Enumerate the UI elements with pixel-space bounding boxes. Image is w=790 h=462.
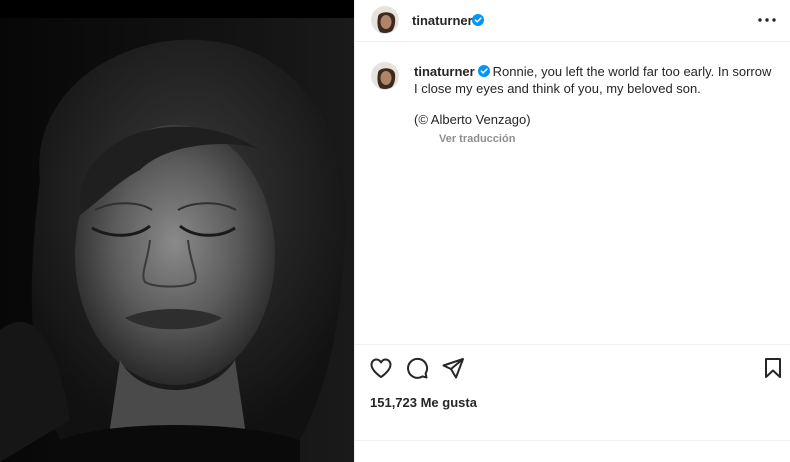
see-translation-link[interactable]: Ver traducción [439, 133, 515, 145]
divider [355, 344, 790, 345]
more-options-button[interactable] [755, 8, 779, 32]
portrait-image [0, 18, 354, 462]
avatar-image [372, 7, 398, 33]
post-details-panel: tinaturner tinaturner Ronnie, you left th… [354, 0, 790, 462]
verified-badge-icon [477, 65, 490, 77]
post-caption: tinaturner Ronnie, you left the world far… [414, 63, 774, 97]
bookmark-icon[interactable] [761, 356, 785, 380]
caption-username[interactable]: tinaturner [414, 64, 475, 79]
post-photo[interactable] [0, 0, 354, 462]
heart-icon[interactable] [369, 356, 393, 380]
like-count[interactable]: 151,723 Me gusta [370, 395, 477, 410]
caption-avatar[interactable] [371, 62, 399, 90]
divider [355, 440, 790, 441]
header-username[interactable]: tinaturner [412, 13, 473, 28]
verified-badge-icon [472, 14, 484, 26]
more-horizontal-icon [758, 18, 776, 22]
avatar[interactable] [371, 6, 399, 34]
photo-credit: (© Alberto Venzago) [414, 112, 531, 127]
comment-icon[interactable] [405, 356, 429, 380]
avatar-image [372, 63, 398, 89]
paper-plane-icon[interactable] [441, 356, 465, 380]
post-header: tinaturner [355, 0, 790, 42]
